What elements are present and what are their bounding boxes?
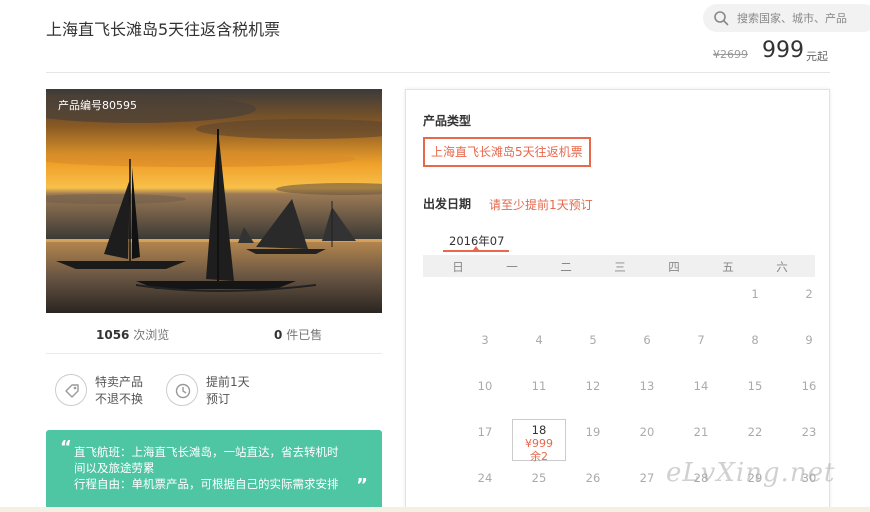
- product-stats: 1056 次浏览 0 件已售: [46, 326, 382, 346]
- month-tab-underline: [443, 250, 509, 252]
- sold-count: 0: [274, 328, 283, 342]
- calendar-day[interactable]: 14: [674, 379, 728, 393]
- quote-line-2: 间以及旅途劳累: [74, 461, 155, 475]
- feature-line2: 预订: [206, 392, 231, 406]
- weekday-label: 五: [722, 260, 734, 274]
- product-type-option[interactable]: 上海直飞长滩岛5天往返机票: [423, 137, 591, 167]
- calendar-day[interactable]: 26: [566, 471, 620, 485]
- header-divider: [46, 72, 830, 73]
- bottom-strip: [0, 507, 870, 512]
- original-price: ¥2699: [713, 48, 748, 61]
- weekday-label: 日: [452, 260, 464, 274]
- departure-date-label: 出发日期: [423, 197, 472, 211]
- views-stat: 1056 次浏览: [96, 326, 169, 343]
- clock-icon: [166, 374, 198, 406]
- booking-panel: 产品类型 上海直飞长滩岛5天往返机票 出发日期 请至少提前1天预订 2016年0…: [405, 89, 830, 512]
- calendar-day[interactable]: 1: [728, 287, 782, 301]
- sold-label: 件已售: [286, 328, 323, 342]
- calendar-day[interactable]: 3: [458, 333, 512, 347]
- views-count: 1056: [96, 328, 130, 342]
- feature-line1: 特卖产品: [95, 375, 144, 389]
- calendar-day[interactable]: 4: [512, 333, 566, 347]
- calendar-day[interactable]: 10: [458, 379, 512, 393]
- calendar-day[interactable]: 25: [512, 471, 566, 485]
- calendar-day[interactable]: 13: [620, 379, 674, 393]
- calendar-day[interactable]: 16: [782, 379, 836, 393]
- calendar-day[interactable]: 12: [566, 379, 620, 393]
- calendar-day[interactable]: 2: [782, 287, 836, 301]
- weekday-label: 六: [776, 260, 788, 274]
- feature-line1: 提前1天: [206, 375, 250, 389]
- calendar-day[interactable]: 15: [728, 379, 782, 393]
- stats-divider: [46, 353, 382, 354]
- calendar-day[interactable]: 5: [566, 333, 620, 347]
- tag-icon: [55, 374, 87, 406]
- search-icon: [714, 11, 729, 26]
- search-placeholder: 搜索国家、城市、产品: [737, 12, 847, 25]
- weekday-label: 二: [560, 260, 572, 274]
- calendar-day[interactable]: 9: [782, 333, 836, 347]
- weekday-label: 一: [506, 260, 518, 274]
- calendar-day[interactable]: 17: [458, 425, 512, 439]
- calendar-weekday-header: 日一二三四五六: [423, 255, 815, 277]
- day-number: 18: [531, 423, 547, 437]
- quote-open-mark: “: [60, 437, 72, 458]
- calendar-day[interactable]: 20: [620, 425, 674, 439]
- watermark-logo: eLvXing.net: [666, 458, 836, 488]
- product-type-label: 产品类型: [423, 114, 472, 128]
- calendar-day[interactable]: 23: [782, 425, 836, 439]
- search-input[interactable]: 搜索国家、城市、产品: [703, 4, 870, 32]
- calendar-day[interactable]: 21: [674, 425, 728, 439]
- price-suffix: 元起: [806, 50, 828, 63]
- month-caret-icon: [473, 246, 479, 250]
- calendar-day[interactable]: 22: [728, 425, 782, 439]
- feature-line2: 不退不换: [95, 392, 144, 406]
- highlights-quote: “ 直飞航班：上海直飞长滩岛，一站直达，省去转机时 间以及旅途劳累 行程自由：单…: [46, 430, 382, 512]
- weekday-label: 三: [614, 260, 626, 274]
- calendar-day-selected[interactable]: 18 ¥999 余2: [512, 419, 566, 463]
- day-stock: 余2: [530, 450, 548, 463]
- calendar-day[interactable]: 19: [566, 425, 620, 439]
- page-title: 上海直飞长滩岛5天往返含税机票: [46, 20, 281, 39]
- day-price: ¥999: [525, 437, 553, 450]
- views-label: 次浏览: [133, 328, 170, 342]
- calendar-day[interactable]: 11: [512, 379, 566, 393]
- quote-line-3: 行程自由：单机票产品，可根据自己的实际需求安排: [74, 477, 339, 491]
- calendar-day[interactable]: 6: [620, 333, 674, 347]
- quote-close-mark: ”: [356, 475, 368, 496]
- product-photo: 产品编号80595: [46, 89, 382, 313]
- weekday-label: 四: [668, 260, 680, 274]
- sold-stat: 0 件已售: [274, 326, 322, 343]
- booking-hint: 请至少提前1天预订: [489, 198, 593, 212]
- calendar-day[interactable]: 24: [458, 471, 512, 485]
- calendar-day[interactable]: 7: [674, 333, 728, 347]
- quote-line-1: 直飞航班：上海直飞长滩岛，一站直达，省去转机时: [74, 445, 339, 459]
- product-number: 产品编号80595: [58, 99, 137, 112]
- current-price: 999: [762, 38, 804, 63]
- calendar-day[interactable]: 8: [728, 333, 782, 347]
